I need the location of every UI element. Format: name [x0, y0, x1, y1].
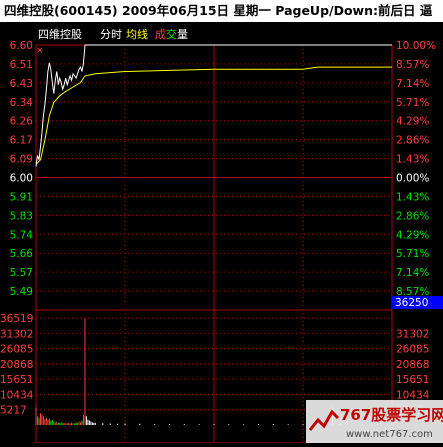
cursor-readout: 36250 — [392, 296, 443, 309]
pct-tick-label: 0.00% — [396, 173, 429, 185]
legend-jiao: 交 — [166, 27, 177, 41]
price-tick-label: 5.83 — [10, 210, 33, 222]
volume-tick-label-right: 31302 — [396, 328, 429, 340]
legend-cheng: 成 — [155, 28, 166, 41]
pct-tick-label: 10.00% — [396, 40, 436, 52]
watermark: 767股票学习网 www.net767.com — [306, 400, 443, 443]
price-tick-label: 6.17 — [10, 135, 33, 147]
pct-tick-label: 8.57% — [396, 59, 429, 71]
price-tick-label: 5.49 — [10, 286, 33, 298]
volume-tick-label-right: 26085 — [396, 344, 429, 356]
price-tick-label: 5.74 — [10, 229, 34, 241]
pct-tick-label: 2.86% — [396, 135, 429, 147]
pct-tick-label: 7.14% — [396, 267, 429, 279]
pct-tick-label: 2.86% — [396, 210, 429, 222]
volume-tick-label: 20868 — [0, 359, 33, 371]
watermark-url: www.net767.com — [346, 429, 433, 440]
volume-tick-label-right: 20868 — [396, 359, 429, 371]
cursor-label: 36250 — [395, 297, 428, 309]
volume-tick-label: 36519 — [0, 313, 33, 325]
intraday-chart[interactable]: 四维控股 分时 均线 成 交 量 × 6.606.516.436.346.266… — [0, 22, 443, 443]
price-tick-label: 6.34 — [10, 97, 34, 109]
title-bar: 四维控股(600145) 2009年06月15日 星期一 PageUp/Down… — [0, 0, 443, 22]
pct-tick-label: 5.71% — [396, 248, 429, 260]
pct-tick-label: 4.29% — [396, 116, 429, 128]
volume-tick-label: 26085 — [0, 344, 33, 356]
price-tick-label: 5.91 — [10, 191, 33, 203]
legend-liang: 量 — [177, 28, 188, 41]
pct-tick-label: 1.43% — [396, 191, 429, 203]
volume-tick-label: 15651 — [0, 374, 33, 386]
window-title: 四维控股(600145) 2009年06月15日 星期一 PageUp/Down… — [4, 3, 433, 18]
volume-tick-label: 31302 — [0, 328, 33, 340]
price-tick-label: 5.66 — [10, 248, 34, 260]
price-tick-label: 6.60 — [10, 40, 33, 52]
price-tick-label: 6.09 — [10, 154, 33, 166]
price-tick-label: 6.26 — [10, 116, 34, 128]
pct-tick-label: 7.14% — [396, 78, 429, 90]
legend-fenshi: 分时 — [100, 28, 122, 41]
chart-legend: 四维控股 分时 均线 成 交 量 — [38, 27, 188, 41]
percent-axis: 10.00% 8.57% 7.14% 5.71% 4.29% 2.86% 1.43% 0.00… — [396, 40, 436, 298]
pct-tick-label: 1.43% — [396, 154, 429, 166]
price-axis: 6.60 6.51 6.43 6.34 6.26 6.17 6.09 6.00 5.91 5.83… — [10, 40, 34, 298]
price-tick-label: 6.00 — [10, 173, 33, 185]
legend-stock-name: 四维控股 — [38, 27, 82, 41]
pct-tick-label: 4.29% — [396, 229, 429, 241]
price-tick-label: 6.51 — [10, 59, 33, 71]
volume-tick-label: 5217 — [0, 405, 27, 417]
legend-junxian: 均线 — [126, 27, 148, 41]
pct-tick-label: 5.71% — [396, 97, 429, 109]
price-tick-label: 6.43 — [10, 78, 33, 90]
volume-tick-label-right: 15651 — [396, 374, 429, 386]
chart-grid — [35, 44, 393, 443]
volume-tick-label: 10434 — [0, 389, 34, 401]
watermark-brand: 767股票学习网 — [340, 406, 443, 424]
price-tick-label: 5.57 — [10, 267, 33, 279]
close-marker-icon[interactable]: × — [36, 46, 44, 56]
